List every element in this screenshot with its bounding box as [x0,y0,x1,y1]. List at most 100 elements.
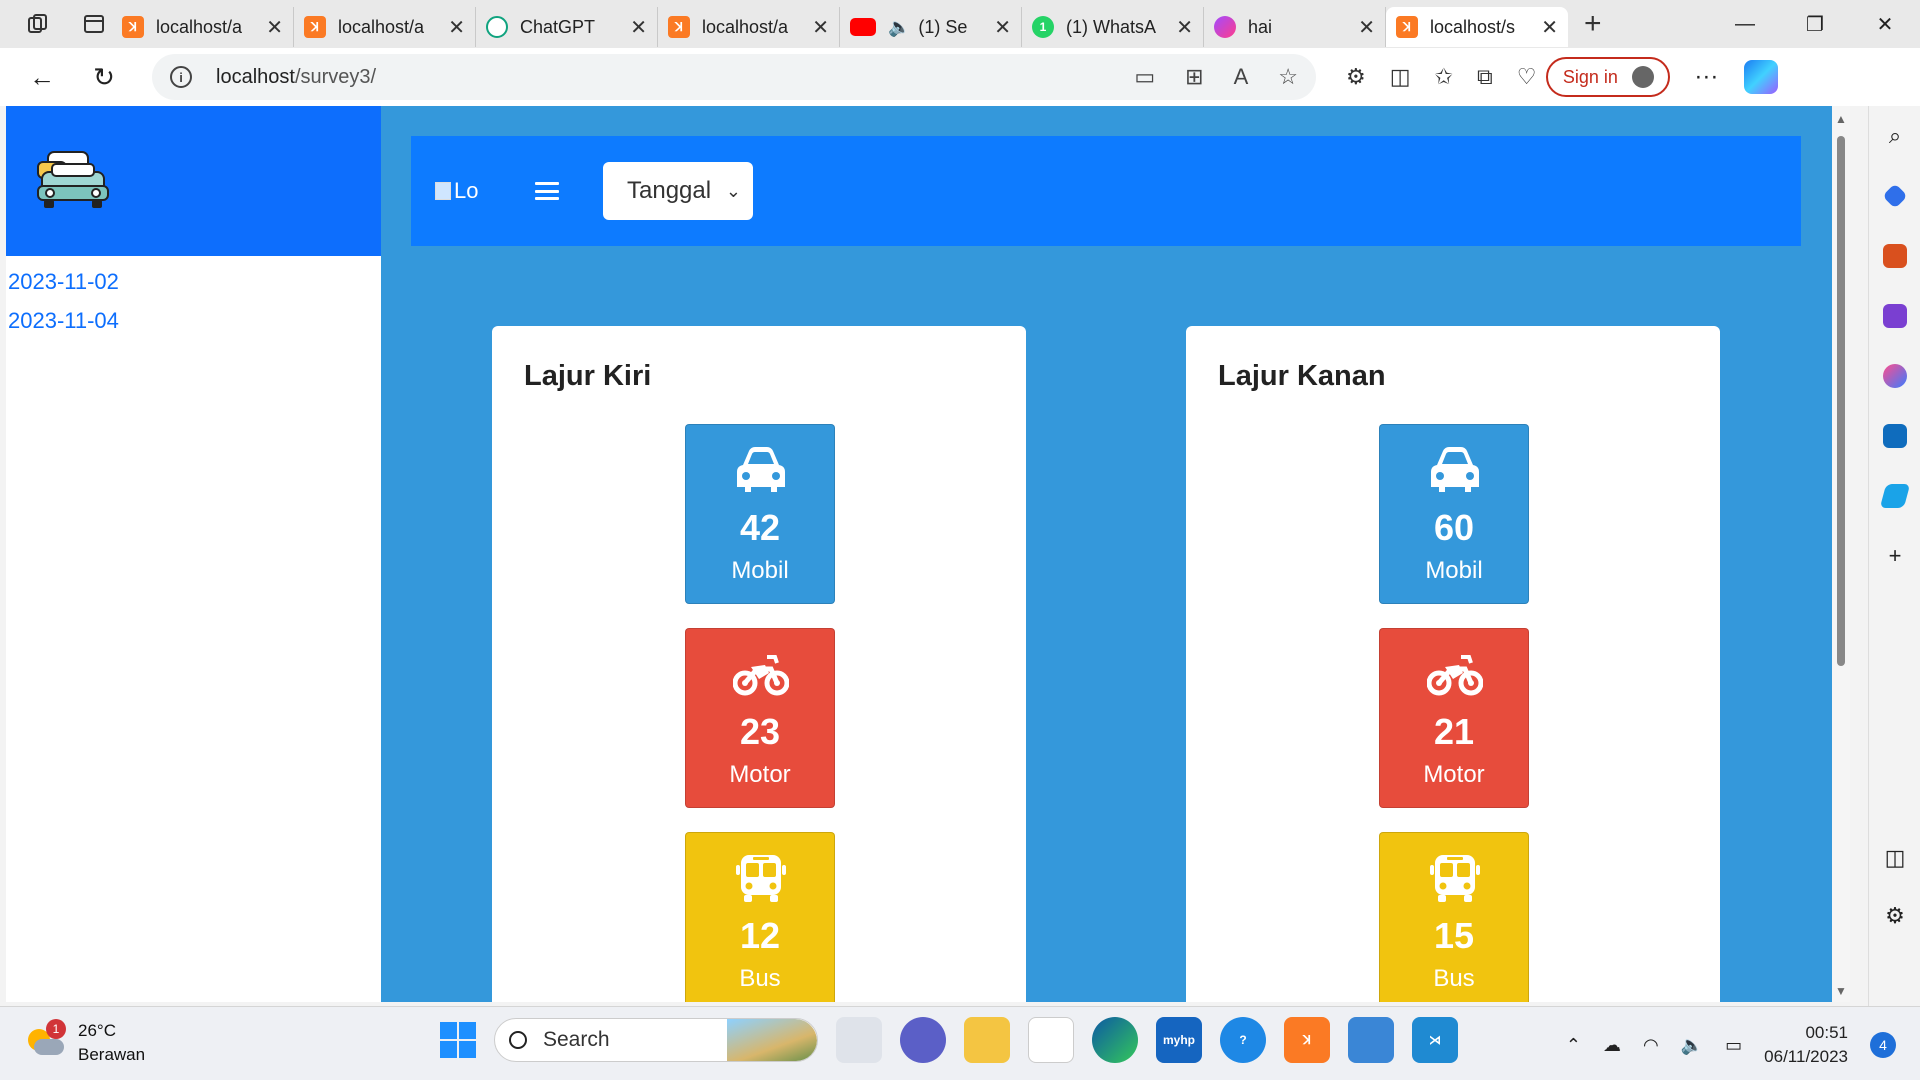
car-icon [737,447,785,492]
browser-tab[interactable]: 🔈 (1) Se ✕ [840,7,1022,47]
motor-label: Motor [729,761,791,788]
tab-title: (1) Se [918,16,968,37]
myhp-icon[interactable]: myhp [1156,1017,1202,1063]
minimize-icon[interactable]: — [1710,0,1780,48]
wifi-icon[interactable]: ◠ [1643,1035,1659,1056]
tab-title: hai [1248,16,1273,37]
help-icon[interactable]: ? [1220,1017,1266,1063]
weather-widget[interactable]: 1 26°C Berawan [26,1019,145,1067]
browser-essentials-icon[interactable]: ♡ [1517,64,1537,90]
address-bar[interactable]: i localhost/survey3/ ▭ ⊞ A ☆ [152,54,1316,100]
notification-badge[interactable]: 4 [1870,1032,1896,1058]
clock[interactable]: 00:51 06/11/2023 [1764,1021,1848,1069]
scroll-down-icon[interactable]: ▼ [1835,984,1847,998]
games-icon[interactable] [1869,286,1920,346]
drop-icon[interactable] [1869,466,1920,526]
close-tab-icon[interactable]: ✕ [1176,15,1193,40]
tab-title: localhost/s [1430,16,1516,37]
broken-image-icon [435,182,451,200]
shopping-tag-icon[interactable] [1869,166,1920,226]
more-menu-icon[interactable]: ··· [1694,63,1718,91]
page-scrollbar[interactable]: ▲ ▼ [1832,106,1850,1002]
teams-chat-icon[interactable] [900,1017,946,1063]
browser-tab[interactable]: ChatGPT ✕ [476,7,658,47]
tab-title: (1) WhatsA [1066,16,1157,37]
bus-count: 12 [739,915,781,956]
app-available-icon[interactable]: ▭ [1134,64,1155,90]
close-window-icon[interactable]: ✕ [1850,0,1920,48]
favorites-icon[interactable]: ✩ [1435,64,1453,90]
browser-tab[interactable]: ꓘ localhost/a ✕ [658,7,840,47]
restore-icon[interactable]: ❐ [1780,0,1850,48]
back-icon[interactable]: ← [22,57,62,97]
read-aloud-icon[interactable]: A [1234,64,1249,90]
close-tab-icon[interactable]: ✕ [812,15,829,40]
date-select[interactable]: Tanggal ⌄ [603,162,753,220]
tools-icon[interactable] [1869,226,1920,286]
sidebar-brand[interactable] [6,106,381,256]
browser-tab[interactable]: 1 (1) WhatsA ✕ [1022,7,1204,47]
taskbar-search[interactable]: Search [494,1018,818,1062]
search-icon [509,1031,527,1049]
split-screen-icon[interactable]: ◫ [1390,64,1411,90]
onedrive-cloud-icon[interactable]: ☁ [1603,1035,1621,1056]
motor-count: 21 [1433,711,1475,752]
outlook-icon[interactable] [1869,406,1920,466]
extensions-icon[interactable]: ⚙ [1346,64,1366,90]
close-tab-icon[interactable]: ✕ [1358,15,1375,40]
settings-gear-icon[interactable]: ⚙ [1869,886,1920,946]
volume-icon[interactable]: 🔈 [1681,1035,1703,1056]
close-tab-icon[interactable]: ✕ [448,15,465,40]
clock-time: 00:51 [1805,1023,1848,1042]
collections-icon[interactable]: ⧉ [1477,64,1493,90]
vscode-icon[interactable]: ⋊ [1412,1017,1458,1063]
refresh-icon[interactable]: ↻ [84,57,124,97]
date-link[interactable]: 2023-11-04 [8,301,381,340]
sign-in-button[interactable]: Sign in [1546,57,1671,97]
speaker-icon[interactable]: 🔈 [888,17,910,38]
motor-tile: 21 Motor [1379,628,1529,808]
chevron-up-icon[interactable]: ⌃ [1566,1035,1581,1056]
bus-icon [736,855,786,902]
task-view-icon[interactable] [836,1017,882,1063]
copilot-icon[interactable] [1744,60,1779,94]
browser-tab[interactable]: hai ✕ [1204,7,1386,47]
microsoft-store-icon[interactable] [1028,1017,1074,1063]
browser-tab[interactable]: ꓘ localhost/a ✕ [112,7,294,47]
close-tab-icon[interactable]: ✕ [630,15,647,40]
window-controls: — ❐ ✕ [1710,0,1920,48]
traffic-cars-logo-icon [37,151,109,208]
battery-icon[interactable]: ▭ [1725,1035,1742,1056]
lane-card-right: Lajur Kanan 60 Mobil 21 Motor 15 Bus [1186,326,1720,1002]
scrollbar-thumb[interactable] [1837,136,1845,666]
youtube-icon [850,18,876,36]
hamburger-menu-icon[interactable] [535,182,559,200]
logo-alt-text: Lo [454,178,479,203]
xampp-icon[interactable]: ꓘ [1284,1017,1330,1063]
logo-image[interactable]: Lo [435,176,485,206]
edge-icon[interactable] [1092,1017,1138,1063]
scroll-up-icon[interactable]: ▲ [1835,112,1847,126]
browser-tab-active[interactable]: ꓘ localhost/s ✕ [1386,7,1568,47]
search-icon[interactable]: ⌕ [1869,106,1920,166]
photos-icon[interactable] [1348,1017,1394,1063]
favorite-star-icon[interactable]: ☆ [1278,64,1298,90]
info-icon[interactable]: i [170,66,192,88]
new-tab-icon[interactable]: + [1584,7,1602,41]
date-list: 2023-11-02 2023-11-04 [6,256,381,340]
workspaces-icon[interactable] [20,6,56,42]
close-tab-icon[interactable]: ✕ [994,15,1011,40]
microsoft-365-icon[interactable] [1869,346,1920,406]
mobil-count: 42 [739,507,781,548]
add-icon[interactable]: + [1869,526,1920,586]
url-text[interactable]: localhost/survey3/ [216,66,376,89]
sidebar-toggle-icon[interactable]: ◫ [1869,828,1920,888]
file-explorer-icon[interactable] [964,1017,1010,1063]
close-tab-icon[interactable]: ✕ [1541,15,1558,40]
date-link[interactable]: 2023-11-02 [8,262,381,301]
tab-actions-icon[interactable] [76,6,112,42]
close-tab-icon[interactable]: ✕ [266,15,283,40]
browser-tab[interactable]: ꓘ localhost/a ✕ [294,7,476,47]
qr-code-icon[interactable]: ⊞ [1185,64,1203,90]
windows-start-icon[interactable] [440,1022,476,1058]
